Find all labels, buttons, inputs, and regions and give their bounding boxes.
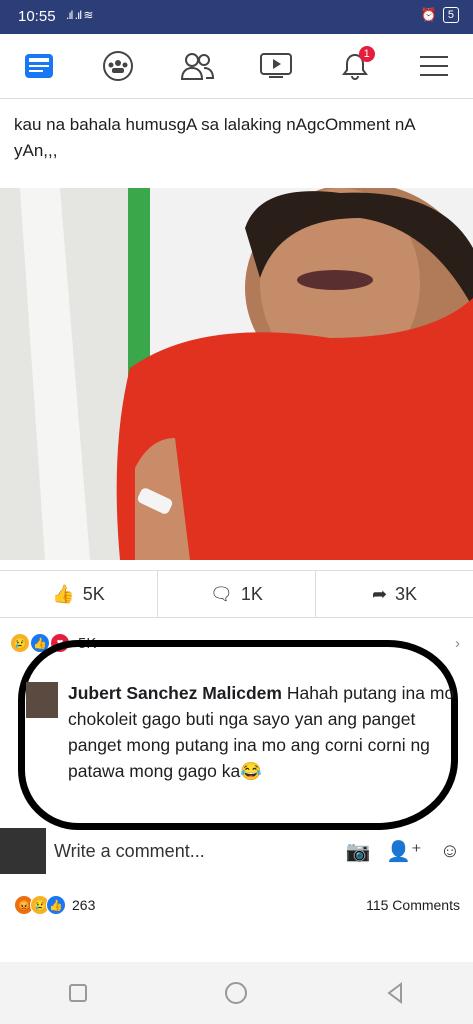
news-feed-icon[interactable] — [17, 44, 61, 88]
comment-author[interactable]: Jubert Sanchez Malicdem — [68, 683, 282, 703]
post-photo[interactable] — [0, 188, 473, 560]
reaction-count[interactable]: 263 — [72, 897, 95, 913]
watch-icon[interactable] — [254, 44, 298, 88]
signal-icon: .ıl .ıl ≋ — [66, 8, 93, 22]
bottom-stats: 😡 😢 👍 263 115 Comments — [14, 893, 460, 917]
like-icon: 👍 — [52, 583, 75, 604]
avatar[interactable] — [26, 682, 58, 718]
highlighted-comment: Jubert Sanchez Malicdem Hahah putang ina… — [18, 640, 458, 830]
like-count: 5K — [82, 583, 105, 604]
share-button[interactable]: ➦ 3K — [315, 571, 473, 617]
avatar — [0, 828, 46, 874]
status-bar: 10:55 .ıl .ıl ≋ ⏰ 5 — [0, 0, 473, 34]
notifications-icon[interactable]: 1 — [333, 44, 377, 88]
comment-input[interactable]: Write a comment... — [46, 841, 335, 862]
share-icon: ➦ — [371, 583, 388, 604]
sticker-icon[interactable]: 👤⁺ — [381, 839, 427, 864]
emoji-icon[interactable]: ☺ — [427, 840, 473, 863]
comment-icon: 🗨 — [210, 583, 233, 604]
alarm-icon: ⏰ — [420, 7, 437, 22]
friends-icon[interactable] — [175, 44, 219, 88]
comment-button[interactable]: 🗨 1K — [157, 571, 315, 617]
post-caption: kau na bahala humusgA sa lalaking nAgcOm… — [14, 115, 415, 160]
status-right: ⏰ 5 — [421, 7, 459, 23]
home-icon[interactable] — [222, 979, 250, 1007]
back-icon[interactable] — [383, 981, 407, 1005]
top-nav: 1 — [0, 34, 473, 99]
android-nav-bar — [0, 962, 473, 1024]
menu-icon[interactable] — [412, 44, 456, 88]
status-time: 10:55 — [18, 8, 56, 25]
comment-count: 1K — [240, 583, 263, 604]
recents-icon[interactable] — [66, 981, 90, 1005]
post-actions: 👍 5K 🗨 1K ➦ 3K — [0, 570, 473, 618]
write-comment-bar: Write a comment... 📷 👤⁺ ☺ — [0, 828, 473, 874]
like-button[interactable]: 👍 5K — [0, 571, 157, 617]
like-react-icon: 👍 — [46, 895, 66, 915]
camera-icon[interactable]: 📷 — [335, 839, 381, 864]
notification-badge: 1 — [358, 46, 375, 62]
comments-count[interactable]: 115 Comments — [366, 897, 460, 913]
comment-body: Jubert Sanchez Malicdem Hahah putang ina… — [68, 680, 456, 784]
share-count: 3K — [395, 583, 418, 604]
battery-indicator: 5 — [442, 7, 459, 23]
groups-icon[interactable] — [96, 44, 140, 88]
